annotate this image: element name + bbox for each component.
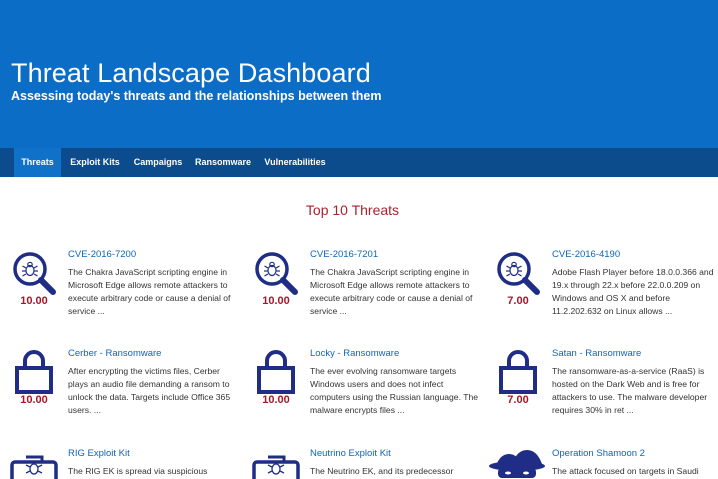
padlock-icon bbox=[494, 348, 542, 396]
bug-magnifier-icon bbox=[252, 249, 300, 297]
threat-score: 10.00 bbox=[262, 394, 290, 406]
bug-magnifier-icon bbox=[494, 249, 542, 297]
tab-vulnerabilities[interactable]: Vulnerabilities bbox=[259, 148, 331, 177]
bug-magnifier-icon bbox=[10, 249, 58, 297]
nav-bar: Threats Exploit Kits Campaigns Ransomwar… bbox=[0, 148, 718, 177]
threat-description: After encrypting the victims files, Cerb… bbox=[68, 366, 231, 415]
threat-title-link[interactable]: Satan - Ransomware bbox=[552, 348, 641, 359]
padlock-icon bbox=[10, 348, 58, 396]
threat-description: Adobe Flash Player before 18.0.0.366 and… bbox=[552, 267, 714, 316]
threat-card: 10.00 Locky - Ransomware The ever evolvi… bbox=[252, 348, 478, 448]
threat-title-link[interactable]: CVE-2016-7200 bbox=[68, 249, 136, 260]
threat-title-link[interactable]: Neutrino Exploit Kit bbox=[310, 448, 391, 459]
threat-card: Operation Shamoon 2 The attack focused o… bbox=[488, 448, 708, 479]
threat-score: 10.00 bbox=[20, 295, 48, 307]
threat-card: Neutrino Exploit Kit The Neutrino EK, an… bbox=[252, 448, 472, 479]
hacker-group-icon bbox=[488, 448, 546, 479]
threat-description: The ever evolving ransomware targets Win… bbox=[310, 366, 479, 415]
threat-card: 10.00 CVE-2016-7201 The Chakra JavaScrip… bbox=[252, 249, 472, 349]
threat-card: 7.00 CVE-2016-4190 Adobe Flash Player be… bbox=[494, 249, 714, 349]
section-title: Top 10 Threats bbox=[305, 202, 400, 218]
header-banner: Threat Landscape Dashboard Assessing tod… bbox=[0, 0, 718, 148]
threat-title-link[interactable]: CVE-2016-4190 bbox=[552, 249, 620, 260]
threat-title-link[interactable]: Operation Shamoon 2 bbox=[552, 448, 645, 459]
threat-title-link[interactable]: CVE-2016-7201 bbox=[310, 249, 378, 260]
page-title: Threat Landscape Dashboard bbox=[11, 58, 371, 88]
padlock-icon bbox=[252, 348, 300, 396]
threat-card: 10.00 Cerber - Ransomware After encrypti… bbox=[10, 348, 230, 448]
tab-threats[interactable]: Threats bbox=[14, 148, 61, 177]
threat-score: 7.00 bbox=[507, 394, 529, 406]
threat-description: The ransomware-as-a-service (RaaS) is ho… bbox=[552, 366, 708, 415]
tab-campaigns[interactable]: Campaigns bbox=[128, 148, 188, 177]
threat-card: 10.00 CVE-2016-7200 The Chakra JavaScrip… bbox=[10, 249, 230, 349]
threat-score: 7.00 bbox=[507, 295, 529, 307]
threat-score: 10.00 bbox=[20, 394, 48, 406]
bug-briefcase-icon bbox=[10, 448, 58, 479]
threat-description: The Neutrino EK, and its predecessor bbox=[310, 466, 454, 476]
tab-exploit-kits[interactable]: Exploit Kits bbox=[64, 148, 126, 177]
threat-title-link[interactable]: Locky - Ransomware bbox=[310, 348, 399, 359]
page-subtitle: Assessing today's threats and the relati… bbox=[11, 89, 382, 103]
threat-title-link[interactable]: RIG Exploit Kit bbox=[68, 448, 130, 459]
threat-card: RIG Exploit Kit The RIG EK is spread via… bbox=[10, 448, 230, 479]
tab-ransomware[interactable]: Ransomware bbox=[190, 148, 256, 177]
threat-card: 7.00 Satan - Ransomware The ransomware-a… bbox=[494, 348, 714, 448]
threat-description: The attack focused on targets in Saudi bbox=[552, 466, 699, 476]
threat-description: The Chakra JavaScript scripting engine i… bbox=[68, 267, 231, 316]
threat-description: The RIG EK is spread via suspicious bbox=[68, 466, 208, 476]
threat-description: The Chakra JavaScript scripting engine i… bbox=[310, 267, 473, 316]
threat-title-link[interactable]: Cerber - Ransomware bbox=[68, 348, 161, 359]
threat-score: 10.00 bbox=[262, 295, 290, 307]
bug-briefcase-icon bbox=[252, 448, 300, 479]
